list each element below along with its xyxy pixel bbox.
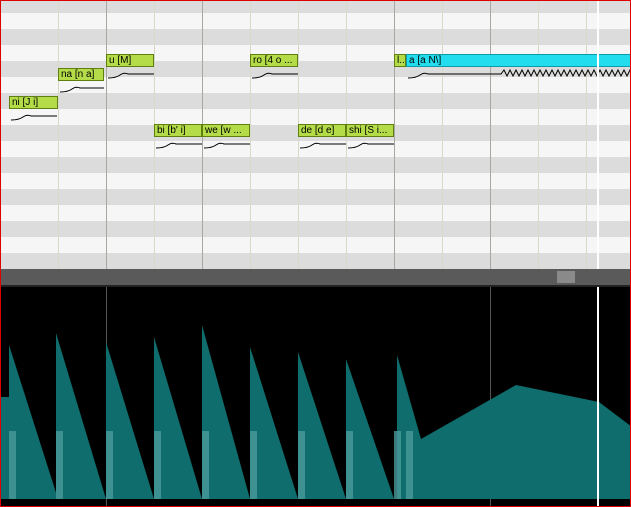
pitch-lane: [1, 13, 630, 29]
pitch-curve-de: [299, 142, 346, 149]
bar-line: [106, 1, 107, 269]
pitch-lane: [1, 205, 630, 221]
editor-window-frame: ni [J i] na [n a] u [M] bi [b' i] we [w …: [0, 0, 631, 507]
note-l[interactable]: l...: [394, 54, 406, 67]
grid-line: [58, 1, 59, 269]
pitch-lane: [1, 189, 630, 205]
note-na[interactable]: na [n a]: [58, 68, 104, 81]
pitch-lane: [1, 1, 630, 13]
envelope-attack-shape: [346, 359, 394, 499]
note-we[interactable]: we [w ...: [202, 124, 250, 137]
playhead-line-lower[interactable]: [597, 287, 599, 507]
note-de[interactable]: de [d e]: [298, 124, 346, 137]
grid-line: [250, 1, 251, 269]
envelope-attack-shape: [250, 347, 298, 499]
envelope-marker-bar: [106, 431, 113, 499]
pitch-curve-ro: [251, 72, 298, 79]
pitch-curve-bi: [155, 142, 202, 149]
pitch-lane: [1, 109, 630, 125]
note-ni[interactable]: ni [J i]: [9, 96, 58, 109]
pitch-curve-u: [107, 72, 154, 79]
piano-roll[interactable]: ni [J i] na [n a] u [M] bi [b' i] we [w …: [1, 1, 630, 269]
envelope-sustain-shape: [397, 355, 630, 499]
pitch-curve-we: [203, 142, 250, 149]
envelope-attack-shape: [202, 325, 250, 499]
envelope-attack-shape: [56, 333, 106, 499]
pitch-lane: [1, 221, 630, 237]
envelope-marker-bar: [394, 431, 401, 499]
envelope-marker-bar: [406, 431, 413, 499]
pitch-lane: [1, 253, 630, 269]
pitch-curve-na: [59, 86, 104, 93]
note-shi[interactable]: shi [S i...: [346, 124, 394, 137]
pitch-lane: [1, 157, 630, 173]
envelope-attack-shape: [9, 345, 58, 499]
envelope-marker-bar: [346, 431, 353, 499]
envelope-attack-shape: [298, 352, 346, 499]
grid-line: [538, 1, 539, 269]
pitch-lane: [1, 93, 630, 109]
pitch-lane: [1, 237, 630, 253]
grid-line: [586, 1, 587, 269]
pitch-lane: [1, 29, 630, 45]
envelope-marker-bar: [9, 431, 16, 499]
envelope-attack-shape: [154, 337, 202, 499]
note-ro[interactable]: ro [4 o ...: [250, 54, 298, 67]
bar-line: [490, 1, 491, 269]
envelope-marker-bar: [154, 431, 161, 499]
horizontal-scrollbar[interactable]: [1, 269, 630, 285]
pitch-curve-ni: [10, 114, 57, 121]
dynamics-envelope-panel[interactable]: [1, 287, 630, 507]
playhead-line[interactable]: [597, 1, 599, 269]
envelope-attack-shape: [106, 342, 154, 499]
grid-line: [442, 1, 443, 269]
envelope-marker-bar: [298, 431, 305, 499]
bar-line: [394, 1, 395, 269]
envelope-marker-bar: [250, 431, 257, 499]
envelope-graph: [1, 287, 630, 507]
envelope-marker-bar: [202, 431, 209, 499]
note-bi[interactable]: bi [b' i]: [154, 124, 202, 137]
note-u[interactable]: u [M]: [106, 54, 154, 67]
pitch-curve-shi: [347, 142, 394, 149]
pitch-lane: [1, 173, 630, 189]
scrollbar-thumb[interactable]: [557, 271, 575, 283]
envelope-marker-bar: [56, 431, 63, 499]
